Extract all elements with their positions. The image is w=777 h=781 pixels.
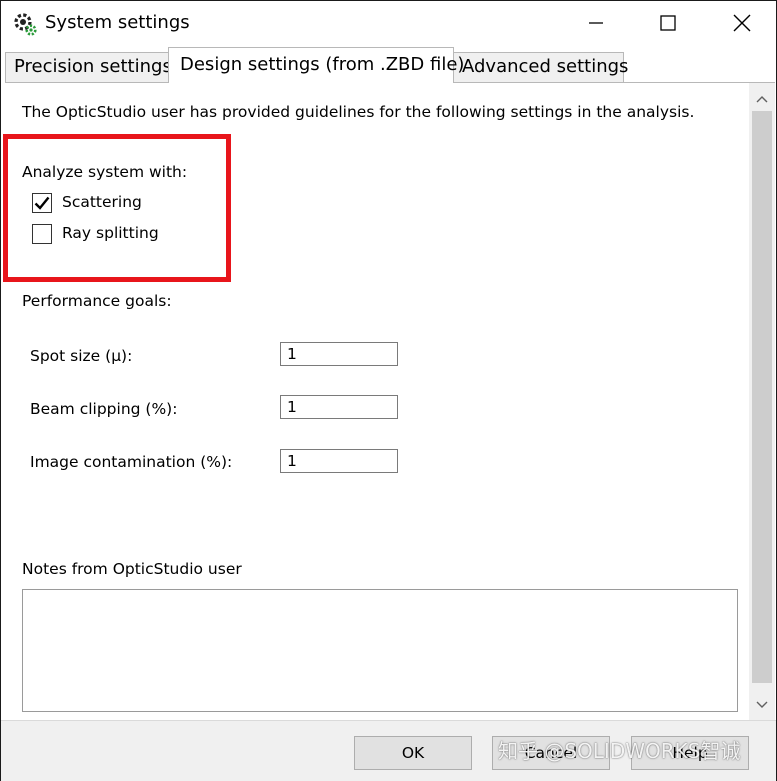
- spot-size-label: Spot size (μ):: [30, 347, 133, 365]
- notes-label: Notes from OpticStudio user: [22, 560, 242, 578]
- ray-splitting-checkbox[interactable]: [32, 224, 52, 244]
- close-icon: [733, 14, 751, 32]
- intro-text: The OpticStudio user has provided guidel…: [22, 103, 695, 121]
- notes-textarea[interactable]: [22, 589, 738, 712]
- ok-button[interactable]: OK: [354, 736, 472, 770]
- image-contamination-input[interactable]: 1: [280, 449, 398, 473]
- vertical-scrollbar[interactable]: [749, 83, 775, 720]
- scroll-up-icon[interactable]: [755, 92, 769, 106]
- spot-size-input[interactable]: 1: [280, 342, 398, 366]
- window-title: System settings: [45, 12, 190, 33]
- ray-splitting-label: Ray splitting: [62, 224, 159, 242]
- title-bar: System settings: [1, 1, 776, 45]
- scroll-down-icon[interactable]: [755, 698, 769, 712]
- close-button[interactable]: [719, 7, 765, 39]
- tab-precision-settings[interactable]: Precision settings: [5, 52, 172, 82]
- maximize-icon: [660, 15, 676, 31]
- beam-clipping-input[interactable]: 1: [280, 395, 398, 419]
- image-contamination-label: Image contamination (%):: [30, 453, 233, 471]
- gear-icon: [14, 13, 37, 36]
- analyze-label: Analyze system with:: [22, 163, 188, 181]
- watermark-text: 知乎 @SOLIDWORKS智诚: [498, 739, 741, 763]
- maximize-button[interactable]: [645, 7, 691, 39]
- scroll-thumb[interactable]: [752, 111, 772, 683]
- tab-advanced-settings[interactable]: Advanced settings: [453, 52, 628, 82]
- performance-label: Performance goals:: [22, 292, 172, 310]
- beam-clipping-label: Beam clipping (%):: [30, 400, 178, 418]
- scattering-label: Scattering: [62, 193, 142, 211]
- minimize-icon: [589, 22, 603, 24]
- minimize-button[interactable]: [573, 7, 619, 39]
- checkmark-icon: [34, 196, 50, 210]
- tab-design-settings[interactable]: Design settings (from .ZBD file): [168, 47, 464, 83]
- system-settings-window: System settings Precision settings Desig…: [0, 0, 777, 781]
- scattering-checkbox[interactable]: [32, 193, 52, 213]
